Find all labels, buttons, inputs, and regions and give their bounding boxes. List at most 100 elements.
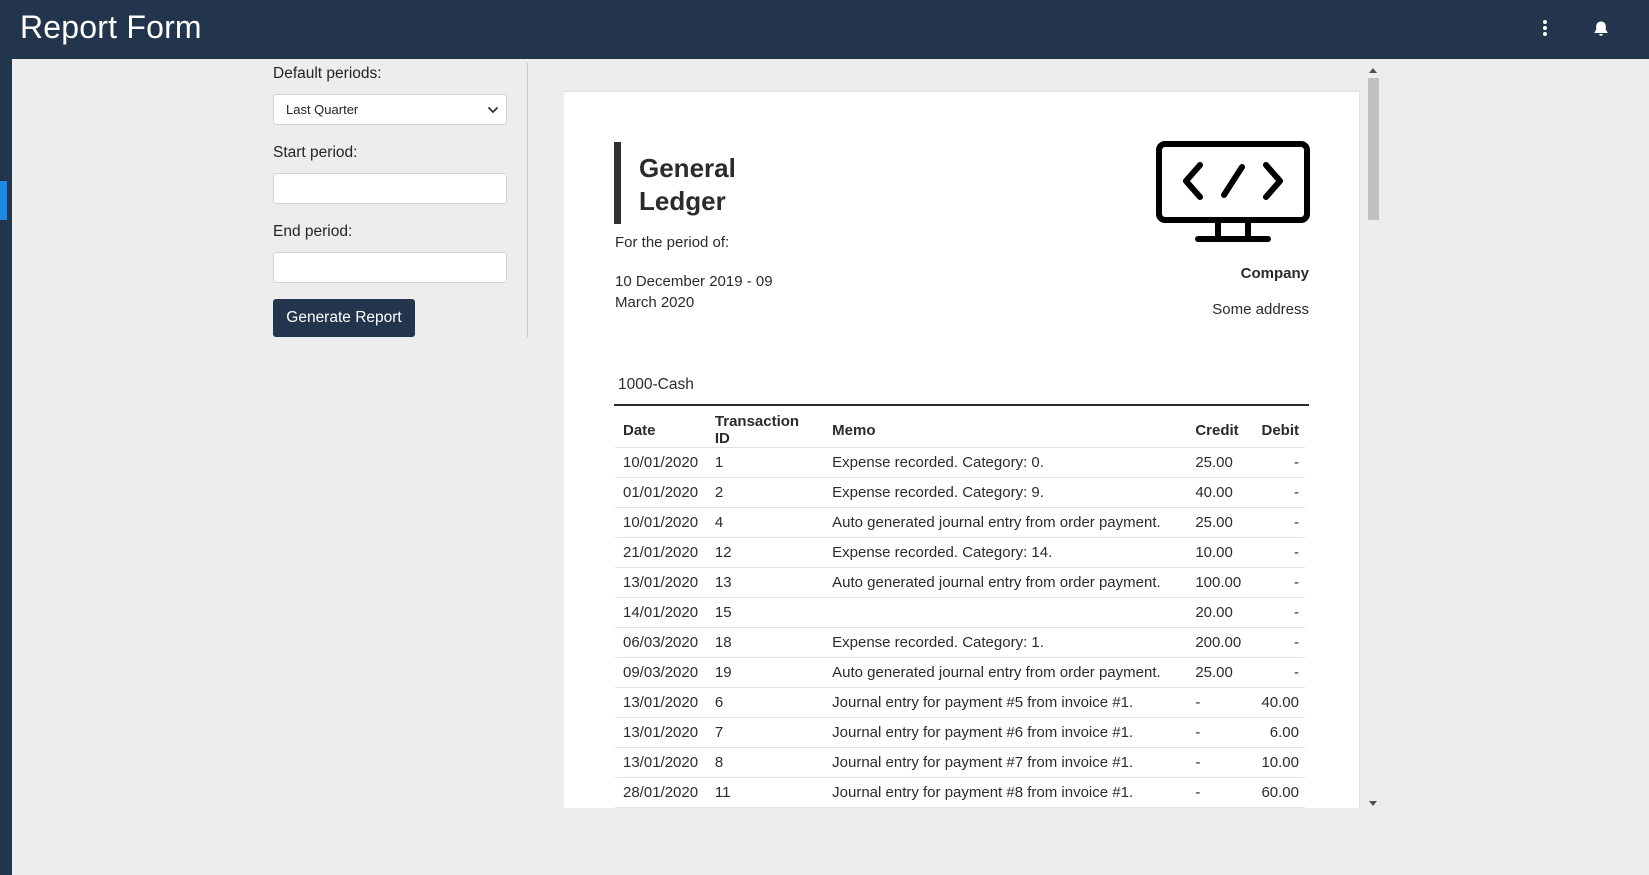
- cell-transaction-id: 12: [706, 537, 825, 568]
- cell-transaction-id: 4: [706, 507, 825, 538]
- table-row: 13/01/2020 8 Journal entry for payment #…: [615, 747, 1305, 778]
- cell-date: 14/01/2020: [615, 597, 707, 628]
- end-period-label: End period:: [273, 223, 353, 240]
- table-row: 28/01/2020 11 Journal entry for payment …: [615, 777, 1305, 808]
- default-periods-select[interactable]: Last Quarter: [273, 94, 507, 125]
- cell-transaction-id: 2: [706, 477, 825, 508]
- cell-memo: Journal entry for payment #8 from invoic…: [824, 777, 1188, 808]
- notifications-button[interactable]: [1587, 14, 1615, 42]
- cell-transaction-id: 15: [706, 597, 825, 628]
- cell-credit: -: [1187, 687, 1248, 718]
- cell-memo: Journal entry for payment #6 from invoic…: [824, 717, 1188, 748]
- cell-debit: -: [1247, 507, 1305, 538]
- cell-transaction-id: 19: [706, 657, 825, 688]
- account-divider: [614, 404, 1309, 406]
- start-period-input[interactable]: [273, 173, 507, 204]
- left-sidebar: [0, 59, 12, 875]
- cell-memo: Expense recorded. Category: 14.: [824, 537, 1188, 568]
- cell-date: 13/01/2020: [615, 717, 707, 748]
- table-row: 13/01/2020 6 Journal entry for payment #…: [615, 687, 1305, 718]
- cell-memo: Expense recorded. Category: 1.: [824, 627, 1188, 658]
- cell-credit: 200.00: [1187, 627, 1248, 658]
- report-viewer[interactable]: General Ledger For the period of: 10 Dec…: [564, 66, 1380, 808]
- cell-debit: 60.00: [1247, 777, 1305, 808]
- scroll-thumb[interactable]: [1368, 78, 1379, 220]
- cell-date: 10/01/2020: [615, 507, 707, 538]
- title-accent-bar: [614, 142, 621, 224]
- end-period-input[interactable]: [273, 252, 507, 283]
- generate-report-button[interactable]: Generate Report: [273, 299, 415, 337]
- cell-debit: 10.00: [1247, 747, 1305, 778]
- report-title: General Ledger: [639, 153, 736, 216]
- scroll-up-arrow-icon[interactable]: [1369, 68, 1377, 73]
- period-value: 10 December 2019 - 09 March 2020: [615, 273, 773, 311]
- cell-debit: 40.00: [1247, 687, 1305, 718]
- cell-credit: 40.00: [1187, 477, 1248, 508]
- column-header-credit: Credit: [1187, 407, 1248, 448]
- table-row: 09/03/2020 19 Auto generated journal ent…: [615, 657, 1305, 688]
- start-period-label: Start period:: [273, 144, 358, 161]
- scroll-down-arrow-icon[interactable]: [1369, 801, 1377, 806]
- cell-transaction-id: 7: [706, 717, 825, 748]
- report-form: Default periods: Last Quarter Start peri…: [273, 59, 527, 337]
- column-header-memo: Memo: [824, 407, 1188, 448]
- company-name: Company: [1240, 265, 1309, 282]
- table-row: 13/01/2020 13 Auto generated journal ent…: [615, 567, 1305, 598]
- table-row: 21/01/2020 12 Expense recorded. Category…: [615, 537, 1305, 568]
- period-label: For the period of:: [615, 234, 730, 251]
- chevron-down-icon: [488, 107, 498, 113]
- cell-date: 13/01/2020: [615, 747, 707, 778]
- column-header-debit: Debit: [1247, 407, 1305, 448]
- table-row: 01/01/2020 2 Expense recorded. Category:…: [615, 477, 1305, 508]
- cell-transaction-id: 11: [706, 777, 825, 808]
- cell-debit: -: [1247, 477, 1305, 508]
- top-navbar: Report Form: [0, 0, 1649, 59]
- cell-credit: 20.00: [1187, 597, 1248, 628]
- cell-transaction-id: 8: [706, 747, 825, 778]
- cell-credit: 25.00: [1187, 507, 1248, 538]
- more-options-button[interactable]: [1531, 14, 1559, 42]
- cell-credit: -: [1187, 777, 1248, 808]
- page-title: Report Form: [20, 9, 202, 45]
- cell-debit: -: [1247, 567, 1305, 598]
- cell-memo: Auto generated journal entry from order …: [824, 507, 1188, 538]
- cell-memo: Expense recorded. Category: 0.: [824, 447, 1188, 478]
- cell-memo: Journal entry for payment #5 from invoic…: [824, 687, 1188, 718]
- table-row: 06/03/2020 18 Expense recorded. Category…: [615, 627, 1305, 658]
- account-name: 1000-Cash: [618, 376, 694, 393]
- cell-date: 13/01/2020: [615, 567, 707, 598]
- cell-debit: 6.00: [1247, 717, 1305, 748]
- cell-date: 10/01/2020: [615, 447, 707, 478]
- cell-credit: 25.00: [1187, 447, 1248, 478]
- column-header-date: Date: [615, 407, 707, 448]
- table-row: 10/01/2020 1 Expense recorded. Category:…: [615, 447, 1305, 478]
- more-vert-icon: [1543, 20, 1547, 36]
- cell-date: 09/03/2020: [615, 657, 707, 688]
- active-nav-indicator[interactable]: [0, 181, 7, 220]
- cell-debit: -: [1247, 537, 1305, 568]
- table-row: 13/01/2020 7 Journal entry for payment #…: [615, 717, 1305, 748]
- cell-credit: 25.00: [1187, 657, 1248, 688]
- table-row: 10/01/2020 4 Auto generated journal entr…: [615, 507, 1305, 538]
- cell-credit: -: [1187, 747, 1248, 778]
- report-page: General Ledger For the period of: 10 Dec…: [564, 92, 1359, 808]
- panel-divider: [527, 63, 528, 337]
- cell-credit: 100.00: [1187, 567, 1248, 598]
- cell-memo: [824, 597, 1188, 628]
- cell-debit: -: [1247, 627, 1305, 658]
- default-periods-label: Default periods:: [273, 65, 382, 82]
- cell-transaction-id: 6: [706, 687, 825, 718]
- bell-icon: [1594, 21, 1608, 36]
- cell-debit: -: [1247, 597, 1305, 628]
- cell-transaction-id: 13: [706, 567, 825, 598]
- default-periods-value: Last Quarter: [286, 102, 359, 117]
- report-scrollbar[interactable]: [1367, 66, 1380, 808]
- cell-date: 13/01/2020: [615, 687, 707, 718]
- cell-memo: Journal entry for payment #7 from invoic…: [824, 747, 1188, 778]
- cell-transaction-id: 18: [706, 627, 825, 658]
- cell-date: 06/03/2020: [615, 627, 707, 658]
- code-monitor-icon: [1156, 141, 1310, 242]
- table-row: 14/01/2020 15 20.00 -: [615, 597, 1305, 628]
- cell-credit: -: [1187, 717, 1248, 748]
- cell-memo: Expense recorded. Category: 9.: [824, 477, 1188, 508]
